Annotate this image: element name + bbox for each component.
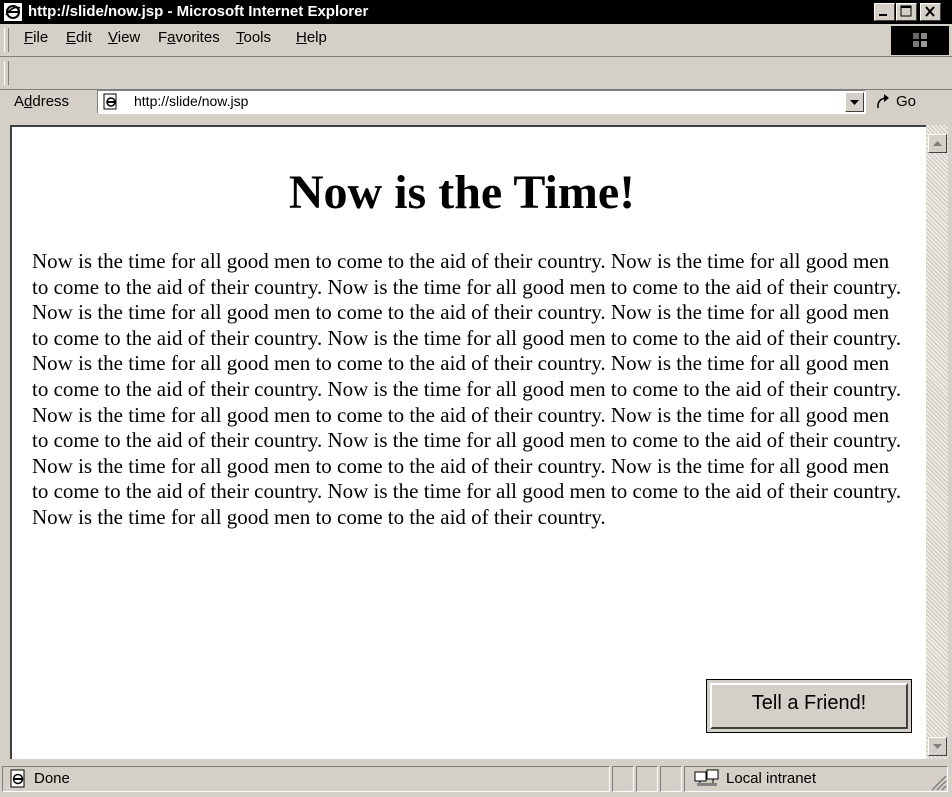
menu-grip[interactable] (4, 28, 9, 52)
menu-view[interactable]: View (108, 29, 140, 46)
address-value: http://slide/now.jsp (134, 93, 249, 109)
menu-edit[interactable]: Edit (66, 29, 92, 46)
address-input[interactable]: http://slide/now.jsp (97, 90, 866, 114)
menu-help[interactable]: Help (296, 29, 327, 46)
window-title: http://slide/now.jsp - Microsoft Interne… (28, 3, 369, 20)
status-pane-2 (612, 766, 634, 792)
close-icon (925, 6, 935, 17)
menu-file[interactable]: File (24, 29, 48, 46)
ie-logo-icon (4, 3, 22, 21)
throbber (891, 26, 949, 55)
go-label: Go (896, 93, 917, 110)
address-label: Address (14, 93, 70, 110)
status-text: Done (34, 770, 70, 787)
arrow-up-icon (933, 141, 942, 146)
page-heading: Now is the Time! (288, 166, 636, 219)
arrow-down-icon (933, 744, 942, 749)
resize-grip-icon[interactable] (928, 772, 948, 797)
page-icon (102, 93, 120, 116)
status-pane-3 (636, 766, 658, 792)
security-zone-text: Local intranet (726, 770, 817, 787)
go-button[interactable]: Go (872, 90, 948, 114)
scroll-up-button[interactable] (928, 134, 947, 153)
menu-tools[interactable]: Tools (236, 29, 271, 46)
maximize-icon (900, 5, 912, 17)
close-button[interactable] (920, 3, 941, 21)
go-arrow-icon (877, 94, 889, 109)
chevron-down-icon (850, 100, 859, 105)
minimize-button[interactable] (874, 3, 895, 21)
minimize-icon (879, 14, 887, 16)
intranet-icon (694, 769, 720, 794)
tell-a-friend-button[interactable]: Tell a Friend! (706, 679, 912, 733)
body-paragraph: Now is the time for all good men to come… (32, 249, 902, 529)
scroll-down-button[interactable] (928, 737, 947, 756)
menu-bar (0, 24, 952, 57)
address-grip[interactable] (4, 61, 9, 85)
title-bar[interactable]: http://slide/now.jsp - Microsoft Interne… (0, 0, 952, 24)
vertical-scrollbar[interactable] (926, 125, 948, 759)
menu-favorites[interactable]: Favorites (158, 29, 220, 46)
maximize-button[interactable] (896, 3, 917, 21)
address-bar (0, 57, 952, 90)
status-pane-4 (660, 766, 682, 792)
page-content: Now is the Time! Now is the time for all… (10, 125, 926, 759)
windows-logo-icon (913, 33, 927, 47)
done-page-icon (8, 769, 28, 794)
status-pane-main (2, 766, 610, 792)
tell-a-friend-label: Tell a Friend! (751, 692, 867, 714)
address-dropdown-button[interactable] (845, 92, 864, 112)
